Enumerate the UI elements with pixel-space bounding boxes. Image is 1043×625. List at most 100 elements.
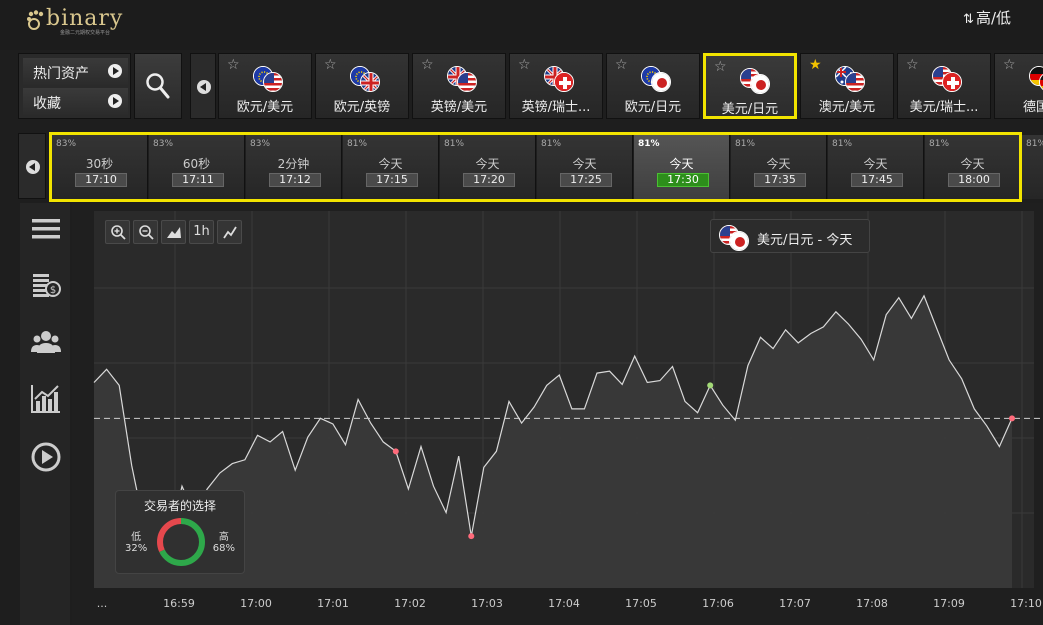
currency-flags: [544, 66, 578, 94]
expiry-name: 30秒: [85, 157, 114, 171]
asset-label: 英镑/美元: [430, 100, 488, 115]
ch-flag-icon: [942, 72, 962, 92]
us-flag-icon: [457, 72, 477, 92]
search-button[interactable]: [134, 53, 182, 119]
expiry-time: 17:25: [560, 173, 612, 187]
asset-tile-8[interactable]: ☆ 德国D: [994, 53, 1043, 119]
chart-asset-legend: 美元/日元 - 今天: [710, 219, 870, 253]
zoom-out-button[interactable]: [133, 220, 158, 244]
currency-flags: [835, 66, 869, 94]
expiry-tile-7[interactable]: 81% 今天 17:35: [731, 135, 827, 199]
expiry-name: 2分钟: [277, 157, 310, 171]
favorite-star-icon[interactable]: ☆: [421, 57, 434, 73]
popular-assets-button[interactable]: 热门资产: [23, 58, 128, 85]
favorite-star-icon[interactable]: ☆: [518, 57, 531, 73]
payout-percent: 81%: [541, 139, 562, 149]
asset-category-menu: 热门资产 收藏: [18, 53, 131, 119]
mode-toggle[interactable]: ⇅ 高/低: [963, 7, 1011, 28]
favorites-button[interactable]: 收藏: [23, 88, 128, 115]
expiry-tile-8[interactable]: 81% 今天 17:45: [828, 135, 924, 199]
usd-jpy-flags: [719, 225, 753, 253]
expiry-tile-10[interactable]: 81%: [1022, 135, 1043, 199]
x-tick-label: 17:10: [1010, 597, 1042, 610]
currency-flags: [1029, 66, 1043, 94]
favorite-star-icon[interactable]: ☆: [615, 57, 628, 73]
favorite-star-icon[interactable]: ☆: [227, 57, 240, 73]
expiry-time: 17:12: [269, 173, 321, 187]
asset-tile-3[interactable]: ☆ 英镑/瑞士...: [509, 53, 603, 119]
coins-dollar-icon[interactable]: $: [30, 269, 62, 301]
x-tick-label: 17:04: [548, 597, 580, 610]
asset-tile-5[interactable]: ☆ 美元/日元: [703, 53, 797, 119]
expiry-name: 今天: [766, 157, 791, 171]
asset-scroll-left-button[interactable]: [190, 53, 216, 119]
favorite-star-icon[interactable]: ☆: [324, 57, 337, 73]
expiry-time: 17:35: [754, 173, 806, 187]
asset-tile-1[interactable]: ☆ 欧元/英镑: [315, 53, 409, 119]
price-chart[interactable]: 1h 美元/日元 - 今天 交易者的选择 低 32% 高 68% ... 16:…: [72, 203, 1043, 625]
indicator-button[interactable]: [217, 220, 242, 244]
zoom-in-button[interactable]: [105, 220, 130, 244]
favorite-star-icon[interactable]: ☆: [714, 59, 727, 75]
expiry-tile-2[interactable]: 83% 2分钟 17:12: [246, 135, 342, 199]
menu-icon[interactable]: [30, 213, 62, 245]
asset-label: 德国D: [1022, 100, 1043, 115]
asset-label: 欧元/美元: [236, 100, 294, 115]
expiry-scroll-left-button[interactable]: [18, 133, 46, 199]
users-icon[interactable]: [30, 327, 62, 359]
high-sentiment: 高 68%: [213, 528, 235, 554]
expiry-time: 18:00: [948, 173, 1000, 187]
expiry-name: 今天: [960, 157, 985, 171]
zoom-out-icon: [138, 225, 154, 240]
timeframe-button[interactable]: 1h: [189, 220, 214, 244]
asset-selector-row: 热门资产 收藏 ☆ 欧元/美元 ☆ 欧元/英镑 ☆ 英镑/美元 ☆ 英镑/瑞士... ☆ 欧元/日…: [18, 53, 1043, 123]
expiry-tile-6[interactable]: 81% 今天 17:30: [634, 135, 730, 199]
expiry-selector-row: 83% 30秒 17:10 83% 60秒 17:11 83% 2分钟 17:12 81% 今天 17…: [18, 132, 1043, 203]
bar-chart-icon[interactable]: [30, 383, 62, 415]
expiry-tile-4[interactable]: 81% 今天 17:20: [440, 135, 536, 199]
asset-label: 欧元/日元: [624, 100, 682, 115]
asset-tile-2[interactable]: ☆ 英镑/美元: [412, 53, 506, 119]
play-icon[interactable]: [30, 441, 62, 473]
payout-percent: 83%: [250, 139, 271, 149]
jp-flag-icon: [750, 74, 770, 94]
top-bar: binary 金融二元期权交易平台 ⇅ 高/低: [0, 0, 1043, 50]
asset-tile-4[interactable]: ☆ 欧元/日元: [606, 53, 700, 119]
jp-flag-icon: [729, 231, 749, 251]
favorite-star-icon[interactable]: ☆: [1003, 57, 1016, 73]
low-label: 低: [131, 532, 142, 543]
asset-tile-7[interactable]: ☆ 美元/瑞士...: [897, 53, 991, 119]
expiry-tile-3[interactable]: 81% 今天 17:15: [343, 135, 439, 199]
payout-percent: 81%: [638, 139, 660, 149]
payout-percent: 81%: [929, 139, 950, 149]
asset-label: 澳元/美元: [818, 100, 876, 115]
payout-percent: 81%: [735, 139, 756, 149]
expiry-tile-0[interactable]: 83% 30秒 17:10: [52, 135, 148, 199]
payout-percent: 83%: [56, 139, 77, 149]
asset-tile-0[interactable]: ☆ 欧元/美元: [218, 53, 312, 119]
us-flag-icon: [263, 72, 283, 92]
favorite-star-icon[interactable]: ☆: [906, 57, 919, 73]
x-tick-label: ...: [96, 597, 108, 610]
x-tick-label: 17:01: [317, 597, 349, 610]
play-circle-icon: [108, 64, 122, 78]
expiry-tile-1[interactable]: 83% 60秒 17:11: [149, 135, 245, 199]
expiry-tile-5[interactable]: 81% 今天 17:25: [537, 135, 633, 199]
high-label: 高: [218, 532, 229, 543]
popular-assets-label: 热门资产: [33, 66, 89, 82]
chart-type-button[interactable]: [161, 220, 186, 244]
expiry-name: 今天: [378, 157, 403, 171]
expiry-time: 17:20: [463, 173, 515, 187]
currency-flags: [350, 66, 384, 94]
logo-paw-icon: [27, 10, 44, 30]
asset-tile-6[interactable]: ★ 澳元/美元: [800, 53, 894, 119]
favorite-star-icon[interactable]: ★: [809, 57, 822, 73]
up-down-arrows-icon: ⇅: [963, 12, 974, 27]
expiry-tile-9[interactable]: 81% 今天 18:00: [925, 135, 1021, 199]
x-tick-label: 17:02: [394, 597, 426, 610]
arrow-left-icon: [197, 80, 211, 94]
payout-percent: 81%: [444, 139, 465, 149]
play-circle-icon: [108, 94, 122, 108]
trade-marker: [392, 448, 399, 455]
mode-label: 高/低: [975, 9, 1011, 27]
